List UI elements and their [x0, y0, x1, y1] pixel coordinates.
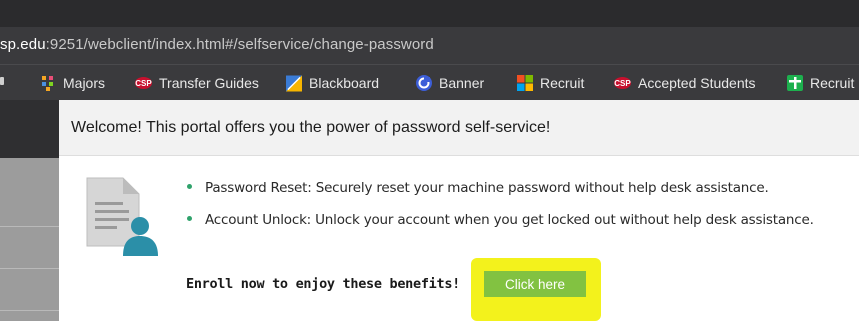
sidebar-header	[0, 100, 59, 158]
banner-icon	[416, 75, 432, 91]
sidebar-divider	[0, 310, 59, 311]
bullet-dot	[187, 183, 192, 189]
bookmark-label: Accepted Students	[638, 75, 756, 91]
panel-header: Welcome! This portal offers you the powe…	[59, 100, 859, 156]
bookmarks-bar: Majors CSP Transfer Guides Blackboard Ba…	[0, 64, 859, 100]
url-text[interactable]: sp.edu:9251/webclient/index.html#/selfse…	[0, 36, 434, 53]
bookmark-recruit-2[interactable]: Recruit	[787, 73, 854, 93]
url-host: sp.edu	[0, 36, 46, 53]
enroll-text: Enroll now to enjoy these benefits!	[186, 276, 460, 292]
url-path: :9251/webclient/index.html#/selfservice/…	[45, 36, 434, 53]
bookmark-label: Blackboard	[309, 75, 380, 91]
bookmark-label: Transfer Guides	[159, 75, 259, 91]
click-here-button[interactable]: Click here	[484, 271, 586, 297]
bookmark-banner[interactable]: Banner	[416, 73, 484, 93]
browser-tab-strip	[0, 0, 859, 27]
csp-logo-icon: CSP	[135, 77, 152, 89]
bookmark-label: Recruit	[810, 75, 855, 91]
majors-icon	[40, 75, 56, 91]
blackboard-icon	[286, 75, 302, 91]
bookmark-transfer-guides[interactable]: CSP Transfer Guides	[135, 73, 259, 93]
welcome-heading: Welcome! This portal offers you the powe…	[71, 119, 551, 136]
bookmark-majors[interactable]: Majors	[40, 73, 105, 93]
bookmark-accepted-students[interactable]: CSP Accepted Students	[614, 73, 756, 93]
left-sidebar	[0, 100, 59, 321]
bookmark-blackboard[interactable]: Blackboard	[286, 73, 379, 93]
bookmark-label: Majors	[63, 75, 106, 91]
bullet-dot	[187, 215, 192, 221]
bullet-text: Account Unlock: Unlock your account when…	[205, 212, 814, 228]
bookmark-label: Recruit	[540, 75, 585, 91]
recruit-plus-icon	[787, 75, 803, 91]
bullet-text: Password Reset: Securely reset your mach…	[205, 180, 769, 196]
bookmark-overflow-icon[interactable]	[0, 77, 4, 85]
bullet-password-reset: Password Reset: Securely reset your mach…	[187, 180, 769, 196]
document-user-icon	[85, 176, 160, 256]
address-bar[interactable]: sp.edu:9251/webclient/index.html#/selfse…	[0, 27, 859, 64]
bullet-account-unlock: Account Unlock: Unlock your account when…	[187, 212, 814, 228]
bookmark-recruit[interactable]: Recruit	[517, 73, 584, 93]
sidebar-divider	[0, 226, 59, 227]
self-service-panel: Welcome! This portal offers you the powe…	[59, 100, 859, 321]
sidebar-divider	[0, 268, 59, 269]
bookmark-label: Banner	[439, 75, 485, 91]
csp-logo-icon: CSP	[614, 77, 631, 89]
recruit-icon	[517, 75, 533, 91]
